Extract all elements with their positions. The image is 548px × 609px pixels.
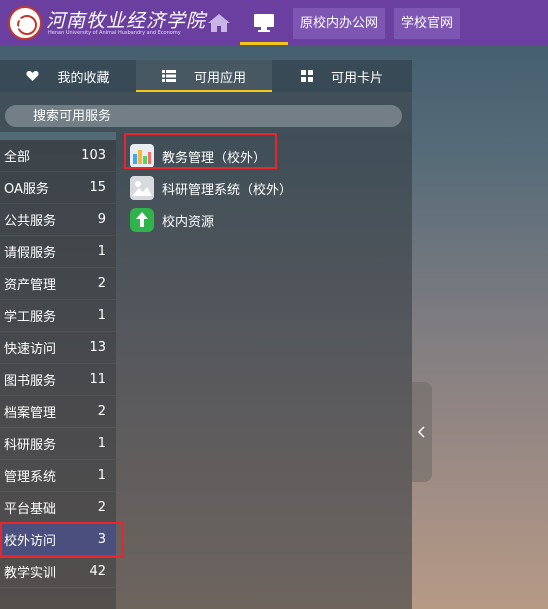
logo-subtitle: Henan University of Animal Husbandry and… — [48, 30, 181, 36]
home-button[interactable] — [200, 0, 238, 45]
app-item-research-management[interactable]: 科研管理系统（校外） — [130, 174, 292, 202]
category-archives[interactable]: 档案管理 2 — [0, 396, 116, 428]
logo-title: 河南牧业经济学院 — [46, 10, 207, 32]
academic-affairs-icon — [130, 144, 154, 168]
category-label: 学工服务 — [4, 310, 57, 325]
category-label: OA服务 — [4, 182, 49, 197]
category-assets[interactable]: 资产管理 2 — [0, 268, 116, 300]
category-label: 资产管理 — [4, 278, 57, 293]
category-count: 1 — [97, 244, 106, 259]
app-label: 科研管理系统（校外） — [162, 182, 293, 198]
heart-icon — [26, 71, 40, 81]
app-label: 教务管理（校外） — [162, 150, 267, 166]
category-count: 15 — [89, 180, 106, 195]
tab-favorites[interactable]: 我的收藏 — [0, 60, 136, 92]
category-platform[interactable]: 平台基础 2 — [0, 492, 116, 524]
category-label: 教学实训 — [4, 566, 57, 581]
category-label: 快速访问 — [4, 342, 57, 357]
list-icon — [161, 70, 176, 82]
app-list: 教务管理（校外） 科研管理系统（校外） 校内资源 — [116, 132, 412, 609]
app-item-academic-affairs[interactable]: 教务管理（校外） — [130, 142, 266, 170]
category-sidebar: 全部 103 OA服务 15 公共服务 9 请假服务 1 资产管理 2 学工服务 1 快速访… — [0, 140, 116, 609]
category-quick-access[interactable]: 快速访问 13 — [0, 332, 116, 364]
category-teaching-training[interactable]: 教学实训 42 — [0, 556, 116, 588]
category-count: 1 — [97, 436, 106, 451]
category-off-campus[interactable]: 校外访问 3 — [0, 524, 116, 556]
category-label: 图书服务 — [4, 374, 57, 389]
grid-icon — [300, 70, 313, 82]
category-public[interactable]: 公共服务 9 — [0, 204, 116, 236]
tab-available-apps-label: 可用应用 — [193, 70, 246, 86]
category-count: 1 — [97, 468, 106, 483]
category-count: 13 — [89, 340, 106, 355]
category-oa[interactable]: OA服务 15 — [0, 172, 116, 204]
category-count: 3 — [97, 532, 106, 547]
category-count: 11 — [89, 372, 106, 387]
search-area — [0, 92, 412, 132]
tab-available-apps[interactable]: 可用应用 — [136, 60, 272, 92]
app-label: 校内资源 — [162, 214, 215, 230]
category-count: 1 — [97, 308, 106, 323]
old-office-portal-link[interactable]: 原校内办公网 — [293, 8, 386, 39]
search-input[interactable] — [5, 105, 402, 127]
category-count: 2 — [97, 404, 106, 419]
app-item-campus-resources[interactable]: 校内资源 — [130, 206, 214, 234]
category-count: 9 — [97, 212, 106, 227]
category-count: 42 — [89, 564, 106, 579]
tab-bar: 我的收藏 可用应用 可用卡片 — [0, 60, 412, 92]
home-icon — [208, 13, 230, 32]
tab-favorites-label: 我的收藏 — [57, 70, 110, 86]
category-leave[interactable]: 请假服务 1 — [0, 236, 116, 268]
category-label: 平台基础 — [4, 502, 57, 517]
category-label: 请假服务 — [4, 246, 57, 261]
category-count: 103 — [81, 148, 106, 163]
campus-resources-icon — [130, 208, 154, 232]
category-student-affairs[interactable]: 学工服务 1 — [0, 300, 116, 332]
search-icon — [14, 18, 28, 32]
category-management-systems[interactable]: 管理系统 1 — [0, 460, 116, 492]
category-label: 校外访问 — [4, 534, 57, 549]
school-website-link[interactable]: 学校官网 — [394, 8, 461, 39]
desktop-icon — [254, 13, 274, 32]
top-bar: 河南牧业经济学院 Henan University of Animal Husb… — [0, 0, 548, 45]
collapse-panel-handle[interactable] — [412, 382, 432, 482]
chevron-left-icon — [418, 426, 425, 438]
category-label: 全部 — [4, 150, 31, 165]
category-label: 管理系统 — [4, 470, 57, 485]
university-logo[interactable]: 河南牧业经济学院 Henan University of Animal Husb… — [8, 6, 208, 40]
tab-available-cards-label: 可用卡片 — [330, 70, 383, 86]
category-library[interactable]: 图书服务 11 — [0, 364, 116, 396]
tab-available-cards[interactable]: 可用卡片 — [272, 60, 412, 92]
category-count: 2 — [97, 500, 106, 515]
category-label: 档案管理 — [4, 406, 57, 421]
desktop-button[interactable] — [240, 0, 288, 45]
category-label: 科研服务 — [4, 438, 57, 453]
research-management-icon — [130, 176, 154, 200]
category-count: 2 — [97, 276, 106, 291]
category-research[interactable]: 科研服务 1 — [0, 428, 116, 460]
category-label: 公共服务 — [4, 214, 57, 229]
category-all[interactable]: 全部 103 — [0, 140, 116, 172]
